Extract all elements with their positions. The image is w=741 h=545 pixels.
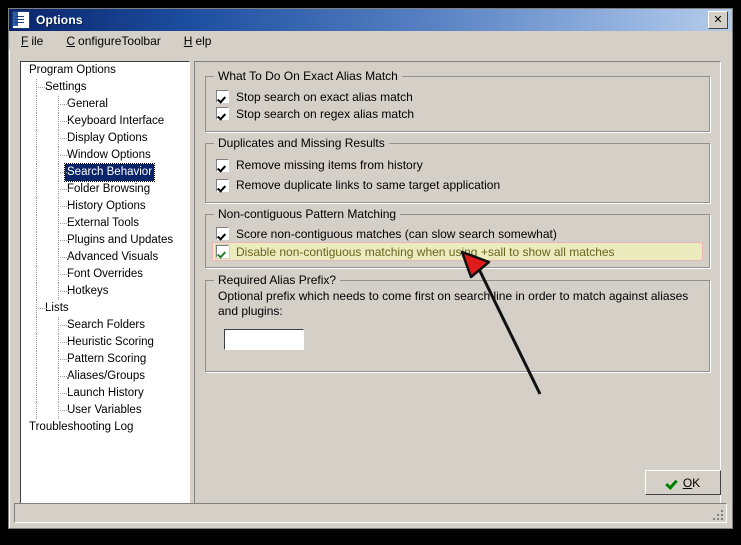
group-title-required-alias-prefix: Required Alias Prefix? bbox=[214, 273, 341, 287]
label-disable-non-contiguous-matching: Disable non-contiguous matching when usi… bbox=[236, 244, 615, 259]
tree-item-label: Heuristic Scoring bbox=[67, 336, 154, 348]
green-check-icon bbox=[666, 477, 678, 488]
tree-item-label: Troubleshooting Log bbox=[29, 421, 134, 433]
status-bar bbox=[14, 503, 727, 523]
tree-item-heuristic-scoring[interactable]: Heuristic Scoring bbox=[21, 334, 189, 351]
close-icon[interactable]: ✕ bbox=[708, 11, 728, 29]
tree-item-hotkeys[interactable]: Hotkeys bbox=[21, 283, 189, 300]
tree-item-settings[interactable]: Settings bbox=[21, 79, 189, 96]
status-bar-text bbox=[15, 508, 19, 520]
tree-item-keyboard-interface[interactable]: Keyboard Interface bbox=[21, 113, 189, 130]
tree-item-label: Launch History bbox=[67, 387, 144, 399]
menu-bar: File ConfigureToolbar Help bbox=[9, 31, 732, 50]
group-duplicates-missing: Duplicates and Missing Results Remove mi… bbox=[205, 136, 710, 203]
checkbox-score-non-contiguous-matches[interactable] bbox=[216, 227, 229, 240]
tree-item-label: General bbox=[67, 98, 108, 110]
menu-item-configuretoolbar[interactable]: ConfigureToolbar bbox=[60, 33, 163, 49]
group-title-exact-alias-match: What To Do On Exact Alias Match bbox=[214, 69, 402, 83]
tree-item-label: Advanced Visuals bbox=[67, 251, 159, 263]
label-stop-exact-alias-match: Stop search on exact alias match bbox=[236, 89, 413, 104]
label-stop-regex-alias-match: Stop search on regex alias match bbox=[236, 106, 415, 121]
tree-item-label: Keyboard Interface bbox=[67, 115, 165, 127]
settings-tree[interactable]: Program Options Settings General Keyboard I… bbox=[20, 61, 190, 510]
tree-item-launch-history[interactable]: Launch History bbox=[21, 385, 189, 402]
group-exact-alias-match: What To Do On Exact Alias Match Stop sea… bbox=[205, 69, 710, 132]
tree-item-user-variables[interactable]: User Variables bbox=[21, 402, 189, 419]
alias-prefix-input[interactable] bbox=[224, 329, 304, 350]
tree-item-font-overrides[interactable]: Font Overrides bbox=[21, 266, 189, 283]
checkbox-stop-regex-alias-match[interactable] bbox=[216, 107, 229, 120]
tree-item-label: Hotkeys bbox=[67, 285, 109, 297]
tree-item-label: User Variables bbox=[67, 404, 142, 416]
menu-item-help[interactable]: Help bbox=[178, 33, 215, 49]
checkbox-row-stop-exact[interactable]: Stop search on exact alias match bbox=[216, 88, 709, 105]
checkbox-row-score-noncontiguous[interactable]: Score non-contiguous matches (can slow s… bbox=[216, 225, 709, 242]
label-remove-missing-items: Remove missing items from history bbox=[236, 158, 423, 172]
tree-item-label: Pattern Scoring bbox=[67, 353, 147, 365]
tree-item-label: Display Options bbox=[67, 132, 148, 144]
tree-item-window-options[interactable]: Window Options bbox=[21, 147, 189, 164]
checkbox-row-stop-regex[interactable]: Stop search on regex alias match bbox=[216, 105, 709, 122]
tree-item-external-tools[interactable]: External Tools bbox=[21, 215, 189, 232]
tree-item-label: External Tools bbox=[67, 217, 140, 229]
label-remove-duplicate-links: Remove duplicate links to same target ap… bbox=[236, 178, 501, 192]
tree-item-folder-browsing[interactable]: Folder Browsing bbox=[21, 181, 189, 198]
options-checklist-icon bbox=[12, 11, 30, 29]
tree-item-label: Aliases/Groups bbox=[67, 370, 145, 382]
tree-item-history-options[interactable]: History Options bbox=[21, 198, 189, 215]
tree-item-display-options[interactable]: Display Options bbox=[21, 130, 189, 147]
tree-item-label: Search Behavior bbox=[63, 163, 156, 182]
tree-item-label: Lists bbox=[45, 302, 69, 314]
tree-item-lists[interactable]: Lists bbox=[21, 300, 189, 317]
checkbox-remove-duplicate-links[interactable] bbox=[216, 178, 229, 192]
checkbox-row-remove-missing[interactable]: Remove missing items from history bbox=[216, 155, 709, 175]
resize-grip[interactable] bbox=[711, 508, 724, 521]
checkbox-disable-non-contiguous-matching[interactable] bbox=[216, 245, 229, 258]
tree-item-pattern-scoring[interactable]: Pattern Scoring bbox=[21, 351, 189, 368]
checkbox-stop-exact-alias-match[interactable] bbox=[216, 90, 229, 103]
tree-item-label: Window Options bbox=[67, 149, 151, 161]
tree-item-search-folders[interactable]: Search Folders bbox=[21, 317, 189, 334]
window-title: Options bbox=[36, 13, 83, 27]
tree-item-label: Folder Browsing bbox=[67, 183, 151, 195]
alias-prefix-description: Optional prefix which needs to come firs… bbox=[218, 289, 689, 318]
group-non-contiguous-matching: Non-contiguous Pattern Matching Score no… bbox=[205, 207, 710, 268]
tree-item-search-behavior[interactable]: Search Behavior bbox=[21, 163, 189, 182]
tree-item-program-options[interactable]: Program Options bbox=[21, 62, 189, 79]
tree-item-label: History Options bbox=[67, 200, 146, 212]
ok-button[interactable]: OK bbox=[645, 470, 721, 495]
options-window: Options ✕ File ConfigureToolbar Help Progr… bbox=[8, 8, 733, 529]
settings-detail-panel: What To Do On Exact Alias Match Stop sea… bbox=[194, 61, 721, 510]
group-required-alias-prefix: Required Alias Prefix? Optional prefix w… bbox=[205, 273, 710, 372]
ok-button-label: OK bbox=[682, 475, 701, 490]
checkbox-row-disable-noncontiguous-highlighted[interactable]: Disable non-contiguous matching when usi… bbox=[212, 242, 703, 261]
tree-item-advanced-visuals[interactable]: Advanced Visuals bbox=[21, 249, 189, 266]
tree-item-plugins-and-updates[interactable]: Plugins and Updates bbox=[21, 232, 189, 249]
title-bar: Options ✕ bbox=[9, 9, 732, 31]
checkbox-remove-missing-items[interactable] bbox=[216, 158, 229, 172]
checkbox-row-remove-duplicates[interactable]: Remove duplicate links to same target ap… bbox=[216, 175, 709, 195]
tree-item-general[interactable]: General bbox=[21, 96, 189, 113]
tree-item-label: Program Options bbox=[29, 64, 116, 76]
tree-item-label: Settings bbox=[45, 81, 87, 93]
window-body: Program Options Settings General Keyboard I… bbox=[9, 50, 732, 510]
tree-item-label: Search Folders bbox=[67, 319, 145, 331]
group-title-non-contiguous-matching: Non-contiguous Pattern Matching bbox=[214, 207, 401, 221]
tree-item-troubleshooting-log[interactable]: Troubleshooting Log bbox=[21, 419, 189, 436]
group-title-duplicates-missing: Duplicates and Missing Results bbox=[214, 136, 389, 150]
tree-item-label: Plugins and Updates bbox=[67, 234, 174, 246]
tree-item-label: Font Overrides bbox=[67, 268, 144, 280]
tree-item-aliases-groups[interactable]: Aliases/Groups bbox=[21, 368, 189, 385]
label-score-non-contiguous-matches: Score non-contiguous matches (can slow s… bbox=[236, 226, 557, 241]
menu-item-file[interactable]: File bbox=[15, 33, 46, 49]
